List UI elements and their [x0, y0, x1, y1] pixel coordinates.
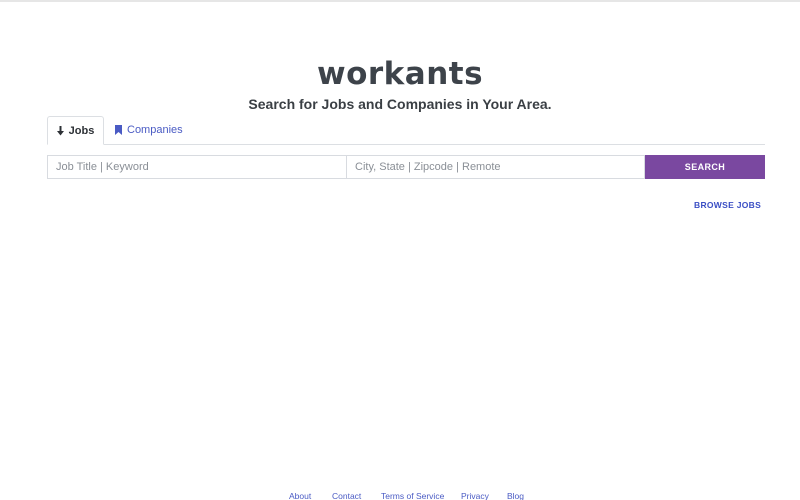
footer: About Contact Terms of Service Privacy B…: [0, 491, 800, 500]
logo[interactable]: workants: [0, 56, 800, 92]
tab-companies[interactable]: Companies: [115, 116, 195, 144]
footer-link-terms[interactable]: Terms of Service: [381, 491, 444, 500]
download-arrow-icon: [56, 125, 64, 136]
location-input[interactable]: [347, 155, 645, 179]
search-bar: SEARCH: [47, 155, 765, 179]
footer-link-about[interactable]: About: [289, 491, 311, 500]
footer-link-blog[interactable]: Blog: [507, 491, 524, 500]
tab-companies-label: Companies: [127, 124, 183, 136]
page: workants Search for Jobs and Companies i…: [0, 0, 800, 500]
tab-jobs-label: Jobs: [68, 124, 95, 137]
search-tabs: Jobs Companies: [47, 116, 765, 145]
top-divider: [0, 0, 800, 2]
keyword-input[interactable]: [47, 155, 347, 179]
bookmark-icon: [115, 125, 122, 135]
tagline: Search for Jobs and Companies in Your Ar…: [248, 96, 552, 112]
footer-link-contact[interactable]: Contact: [332, 491, 361, 500]
tab-jobs[interactable]: Jobs: [47, 116, 104, 145]
browse-jobs-link[interactable]: BROWSE JOBS: [694, 200, 761, 210]
search-button[interactable]: SEARCH: [645, 155, 765, 179]
footer-link-privacy[interactable]: Privacy: [461, 491, 489, 500]
